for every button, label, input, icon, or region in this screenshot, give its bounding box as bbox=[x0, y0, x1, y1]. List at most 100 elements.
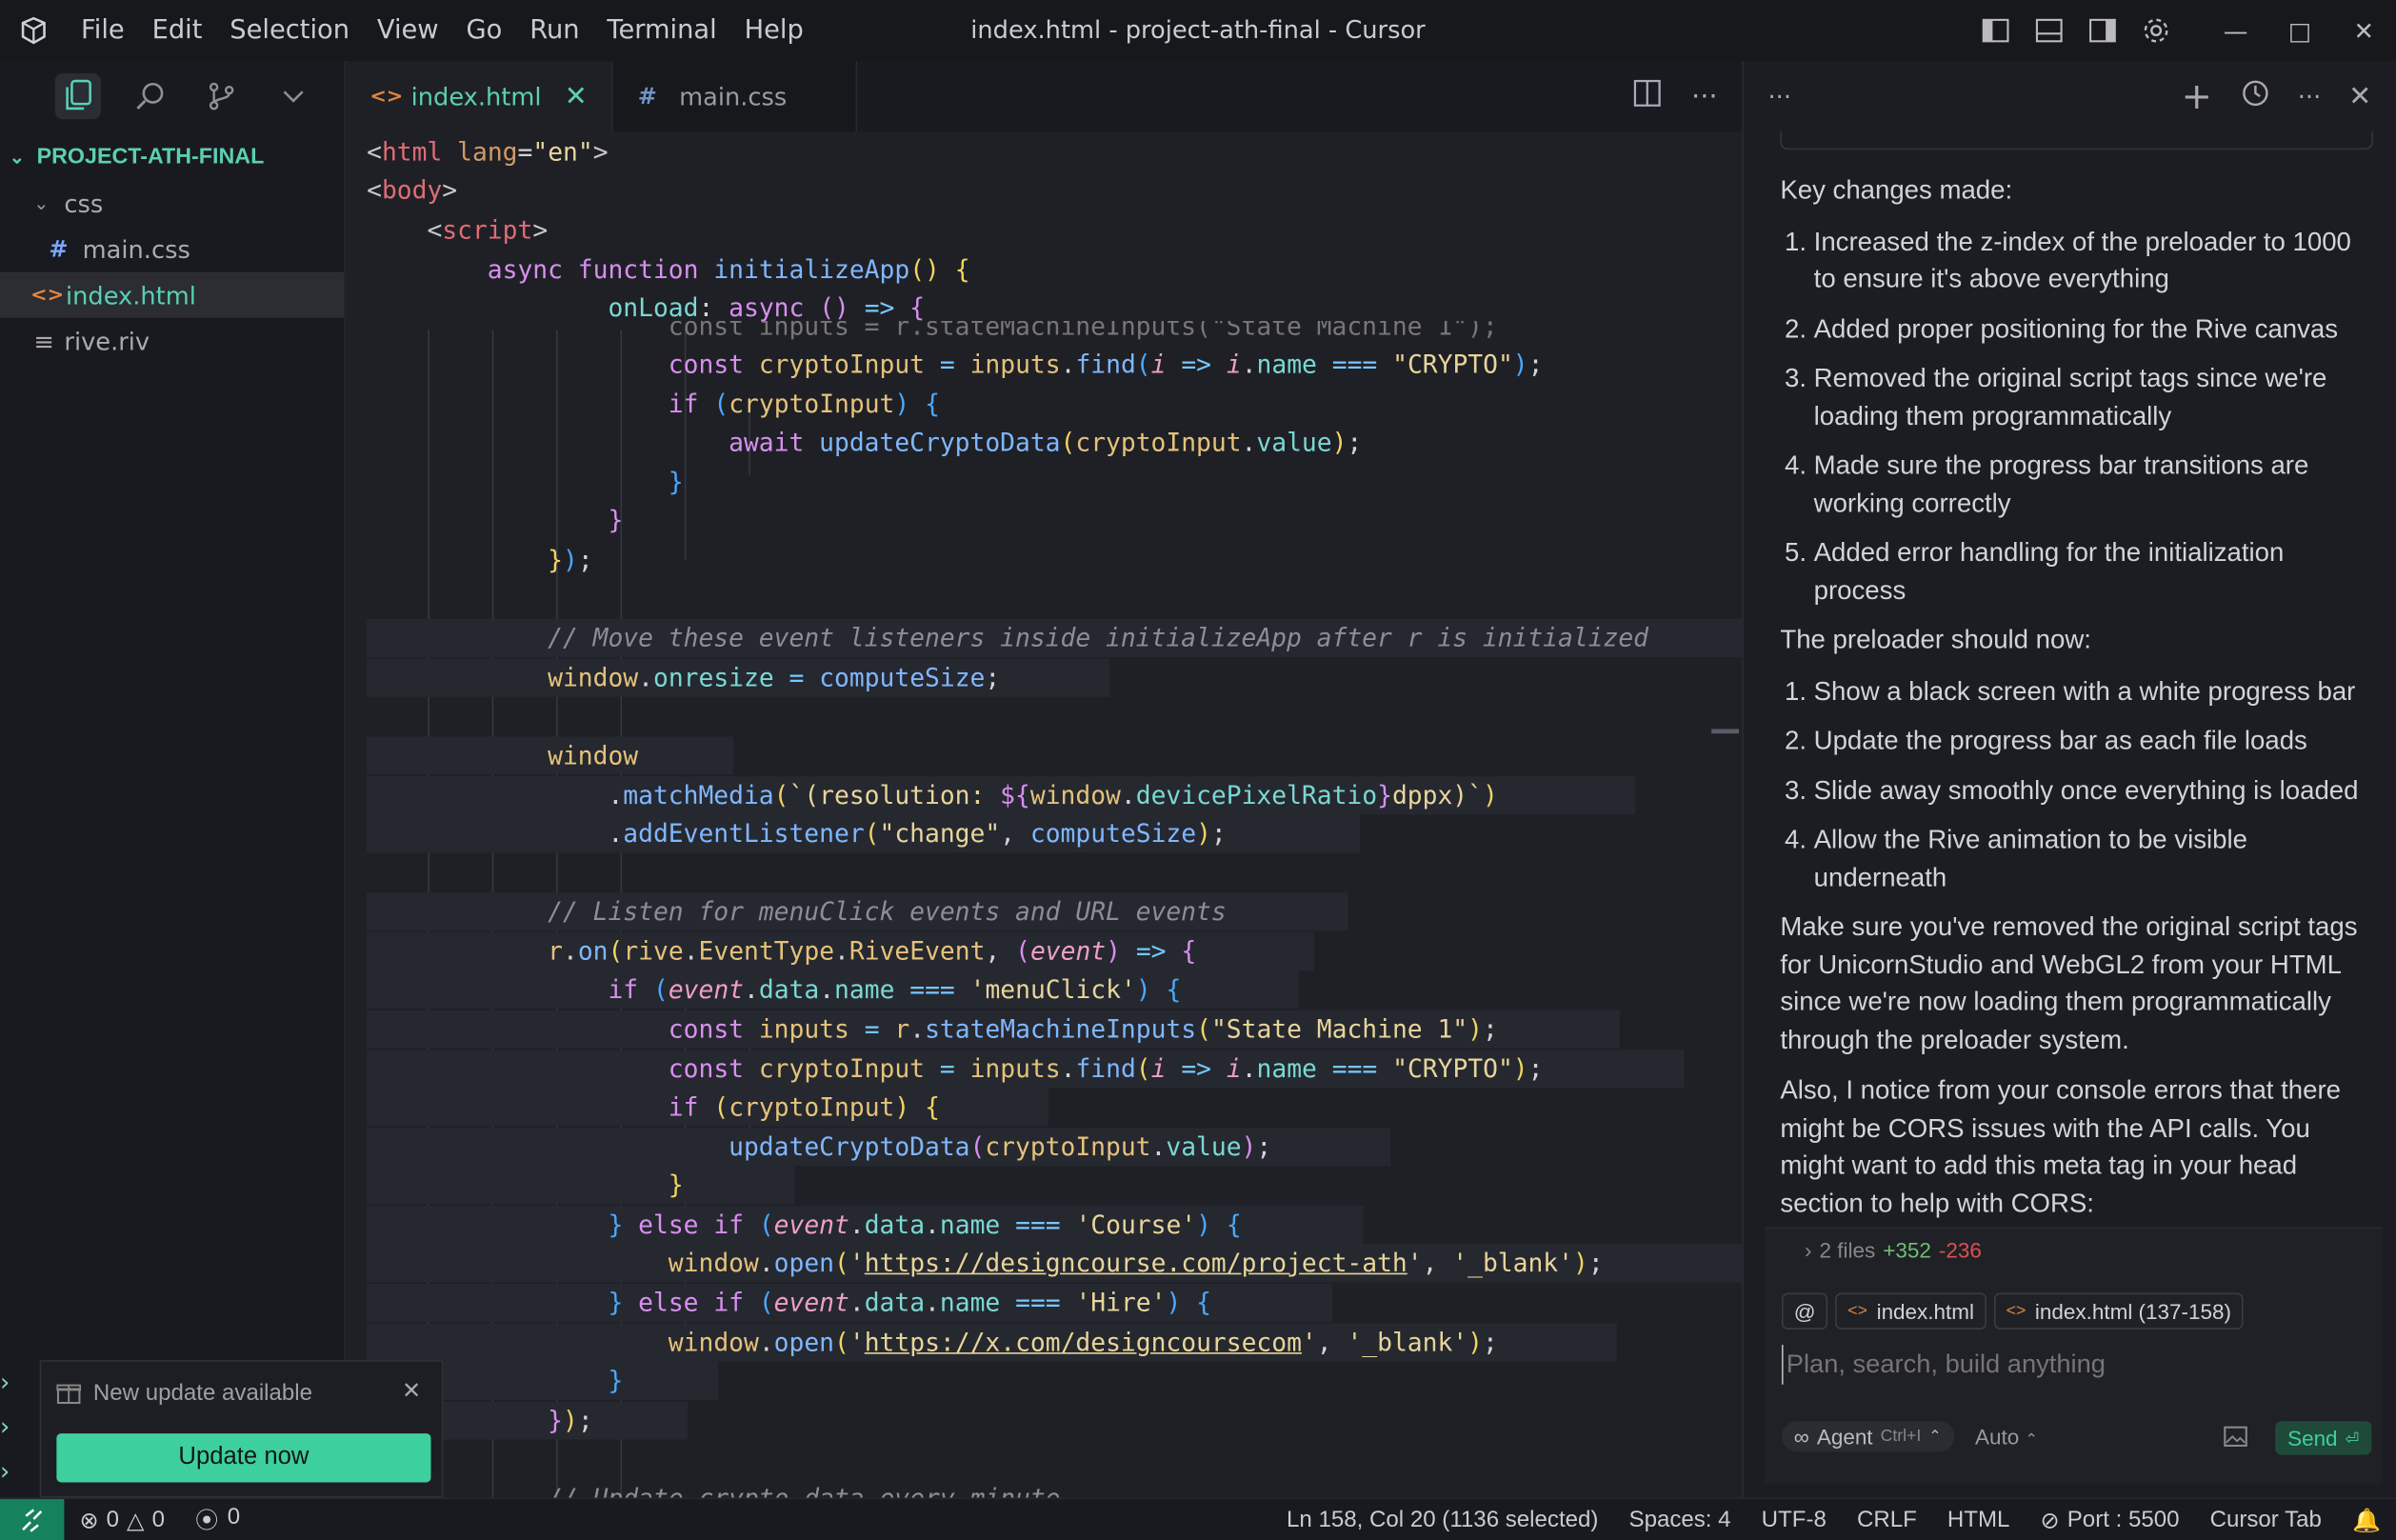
chevron-up-icon: ⌃ bbox=[1928, 1428, 1942, 1446]
settings-gear-icon[interactable] bbox=[2128, 0, 2182, 61]
menu-selection[interactable]: Selection bbox=[216, 0, 364, 61]
code-line: if (event.data.name === 'menuClick') { bbox=[367, 970, 1299, 1010]
toggle-secondary-sidebar-icon[interactable] bbox=[2075, 0, 2128, 61]
html-file-icon: <> bbox=[369, 85, 404, 109]
toggle-panel-icon[interactable] bbox=[2022, 0, 2075, 61]
code-line: window bbox=[367, 736, 734, 775]
tab-index-html[interactable]: <> index.html ✕ bbox=[345, 61, 614, 131]
code-line: } else if (event.data.name === 'Hire') { bbox=[367, 1283, 1333, 1322]
minimize-icon[interactable]: — bbox=[2204, 0, 2267, 61]
close-icon[interactable]: ✕ bbox=[402, 1377, 421, 1405]
list-item: Added error handling for the initializat… bbox=[1814, 533, 2380, 609]
line-ending[interactable]: CRLF bbox=[1842, 1507, 1932, 1532]
tree-file-main-css[interactable]: # main.css bbox=[0, 226, 344, 271]
menu-go[interactable]: Go bbox=[452, 0, 516, 61]
update-now-button[interactable]: Update now bbox=[56, 1433, 431, 1483]
steps-list: Show a black screen with a white progres… bbox=[1780, 671, 2379, 895]
agent-mode-selector[interactable]: ∞ Agent Ctrl+I ⌃ bbox=[1781, 1421, 1954, 1452]
split-editor-icon[interactable] bbox=[1633, 79, 1661, 112]
chevron-up-icon: ⌃ bbox=[2025, 1431, 2038, 1450]
list-item: Removed the original script tags since w… bbox=[1814, 359, 2380, 434]
notifications-bell-icon[interactable]: 🔔 bbox=[2337, 1506, 2396, 1533]
menu-view[interactable]: View bbox=[363, 0, 452, 61]
context-chip[interactable]: <> index.html bbox=[1835, 1292, 1987, 1330]
image-attach-icon[interactable] bbox=[2224, 1424, 2248, 1452]
tree-file-rive-riv[interactable]: ≡ rive.riv bbox=[0, 318, 344, 364]
code-line: const cryptoInput = inputs.find(i => i.n… bbox=[668, 350, 1544, 379]
indentation[interactable]: Spaces: 4 bbox=[1613, 1507, 1746, 1532]
context-chip[interactable]: <> index.html (137-158) bbox=[1993, 1292, 2244, 1330]
title-bar: File Edit Selection View Go Run Terminal… bbox=[0, 0, 2396, 62]
toast-message: New update available bbox=[92, 1379, 313, 1407]
code-line: // Listen for menuClick events and URL e… bbox=[367, 892, 1348, 931]
code-line: <html lang="en"> bbox=[367, 137, 609, 167]
additions-count: +352 bbox=[1883, 1237, 1931, 1263]
live-server-port[interactable]: ⊘ Port : 5500 bbox=[2025, 1506, 2194, 1533]
file-lines-icon: ≡ bbox=[33, 326, 54, 356]
ai-chat-panel: ··· + ··· ✕ Key changes made: Increased … bbox=[1742, 61, 2396, 1498]
chip-label: index.html (137-158) bbox=[2034, 1298, 2231, 1324]
ports-indicator[interactable]: ⦿ 0 bbox=[180, 1504, 255, 1536]
new-chat-plus-icon[interactable]: + bbox=[2182, 78, 2212, 115]
source-control-icon[interactable] bbox=[199, 72, 245, 118]
menu-run[interactable]: Run bbox=[516, 0, 593, 61]
tree-item-label: index.html bbox=[65, 280, 196, 310]
files-count: 2 files bbox=[1819, 1237, 1876, 1263]
more-actions-icon[interactable]: ··· bbox=[1691, 80, 1718, 112]
remote-indicator-icon[interactable] bbox=[0, 1498, 65, 1540]
cursor-tab[interactable]: Cursor Tab bbox=[2195, 1507, 2337, 1532]
language-mode[interactable]: HTML bbox=[1932, 1507, 2026, 1532]
explorer-sidebar: ⌄ PROJECT-ATH-FINAL ⌄ css # main.css <> … bbox=[0, 61, 346, 1498]
close-window-icon[interactable]: ✕ bbox=[2332, 0, 2396, 61]
cursor-position[interactable]: Ln 158, Col 20 (1136 selected) bbox=[1271, 1507, 1613, 1532]
more-actions-icon[interactable]: ··· bbox=[2298, 82, 2321, 110]
menu-help[interactable]: Help bbox=[730, 0, 817, 61]
send-button[interactable]: Send ⏎ bbox=[2275, 1421, 2372, 1455]
mention-button[interactable]: @ bbox=[1781, 1292, 1828, 1330]
code-line: updateCryptoData(cryptoInput.value); bbox=[367, 1128, 1391, 1167]
project-root-folder[interactable]: ⌄ PROJECT-ATH-FINAL bbox=[0, 134, 344, 180]
html-file-icon: <> bbox=[30, 283, 65, 307]
more-icon[interactable]: ··· bbox=[1768, 82, 1791, 110]
changed-files-summary[interactable]: › 2 files +352 -236 bbox=[1805, 1238, 1982, 1263]
tree-item-label: rive.riv bbox=[64, 326, 150, 356]
encoding[interactable]: UTF-8 bbox=[1747, 1507, 1842, 1532]
editor-tabs: <> index.html ✕ # main.css ··· bbox=[345, 61, 1743, 131]
model-label: Auto bbox=[1975, 1424, 2020, 1450]
model-selector[interactable]: Auto ⌃ bbox=[1975, 1424, 2038, 1449]
menu-file[interactable]: File bbox=[68, 0, 139, 61]
code-editor[interactable]: <html lang="en"> <body> <script> async f… bbox=[345, 130, 1743, 1498]
tree-folder-css[interactable]: ⌄ css bbox=[0, 180, 344, 226]
mode-shortcut: Ctrl+I bbox=[1880, 1427, 1922, 1446]
chevron-right-icon[interactable]: › bbox=[0, 1449, 33, 1493]
chevron-down-icon[interactable] bbox=[270, 72, 316, 118]
ports-count: 0 bbox=[227, 1503, 241, 1530]
scrollbar-marker[interactable] bbox=[1711, 729, 1740, 734]
menu-edit[interactable]: Edit bbox=[138, 0, 216, 61]
history-icon[interactable] bbox=[2240, 78, 2270, 115]
toggle-primary-sidebar-icon[interactable] bbox=[1968, 0, 2022, 61]
tab-label: main.css bbox=[679, 81, 788, 111]
previous-code-block bbox=[1780, 130, 2373, 150]
close-icon[interactable]: ✕ bbox=[2348, 80, 2371, 112]
error-icon: ⊗ bbox=[79, 1507, 99, 1534]
maximize-icon[interactable]: □ bbox=[2267, 0, 2331, 61]
collapsed-sections: › › › bbox=[0, 1360, 33, 1493]
chat-input[interactable] bbox=[1781, 1345, 2363, 1385]
close-icon[interactable]: ✕ bbox=[565, 80, 588, 112]
explorer-files-icon[interactable] bbox=[54, 72, 101, 119]
code-line: window.onresize = computeSize; bbox=[367, 658, 1109, 697]
tab-main-css[interactable]: # main.css bbox=[613, 61, 858, 131]
code-line: window.open('https://x.com/designcoursec… bbox=[367, 1323, 1617, 1362]
code-line: }); bbox=[548, 545, 593, 575]
project-root-label: PROJECT-ATH-FINAL bbox=[36, 145, 265, 170]
chevron-right-icon[interactable]: › bbox=[0, 1360, 33, 1405]
menu-terminal[interactable]: Terminal bbox=[593, 0, 730, 61]
list-item: Added proper positioning for the Rive ca… bbox=[1814, 310, 2380, 347]
tree-file-index-html[interactable]: <> index.html bbox=[0, 271, 345, 318]
problems-indicator[interactable]: ⊗ 0 △ 0 bbox=[64, 1506, 180, 1533]
tree-item-label: main.css bbox=[82, 234, 190, 264]
chevron-right-icon[interactable]: › bbox=[0, 1405, 33, 1450]
send-label: Send bbox=[2287, 1426, 2338, 1450]
search-icon[interactable] bbox=[127, 72, 172, 118]
